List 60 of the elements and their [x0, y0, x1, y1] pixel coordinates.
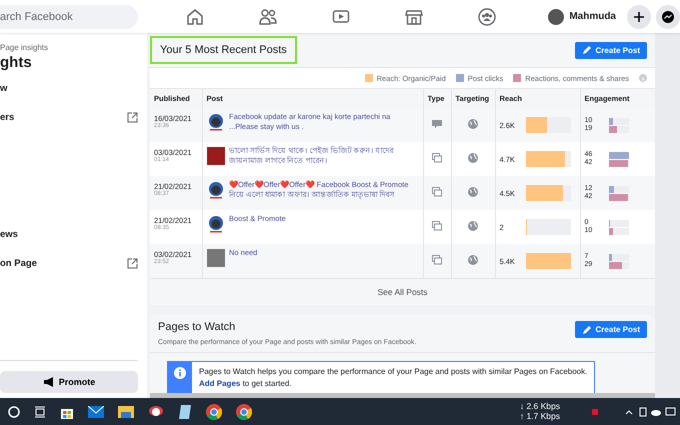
- search-field[interactable]: arch Facebook: [0, 4, 138, 28]
- home-icon[interactable]: [186, 8, 204, 26]
- globe-icon: [468, 221, 478, 231]
- page-title: ghts: [0, 54, 33, 71]
- promote-button[interactable]: Promote: [0, 371, 138, 393]
- upload-speed: ↑ 1.7 Kbps: [520, 412, 560, 421]
- chrome-icon[interactable]: [206, 404, 222, 420]
- task-view-icon[interactable]: [34, 406, 46, 418]
- download-speed: ↓ 2.6 Kbps: [520, 402, 560, 412]
- globe-icon: [468, 255, 478, 265]
- search-field[interactable]: arch Facebook: [0, 6, 120, 26]
- video-icon[interactable]: [332, 8, 350, 26]
- external-link-icon[interactable]: [127, 112, 138, 123]
- search-icon[interactable]: [8, 406, 20, 418]
- globe-icon: [468, 187, 478, 197]
- globe-icon: [468, 153, 478, 163]
- page-logo-icon: [207, 113, 225, 131]
- page-logo-icon: [207, 181, 225, 199]
- see-all-posts-link[interactable]: See All Posts: [377, 287, 428, 297]
- album-icon: [432, 221, 442, 231]
- avatar[interactable]: [548, 8, 564, 24]
- groups-icon[interactable]: [478, 8, 496, 26]
- card-title: Your 5 Most Recent Posts: [150, 36, 297, 64]
- photo-placeholder: [207, 249, 225, 267]
- friends-icon[interactable]: [259, 8, 277, 26]
- sidebar-item[interactable]: ews: [0, 229, 18, 240]
- sidebar-item[interactable]: w: [0, 83, 8, 94]
- photo-placeholder: [207, 147, 225, 165]
- notepad-icon[interactable]: [178, 404, 192, 420]
- app-icon[interactable]: [148, 404, 164, 418]
- plus-button[interactable]: [627, 4, 651, 28]
- pencil-icon: [582, 324, 592, 334]
- card-title: Pages to Watch: [158, 321, 236, 333]
- chat-bubble-icon: [661, 10, 675, 24]
- info-text: Pages to Watch helps you compare the performance of your Page and posts with similar Pages on Facebook. Add Pages to get started.: [198, 366, 588, 390]
- breadcrumb[interactable]: Page insights: [0, 43, 138, 52]
- user-name[interactable]: Mahmuda: [569, 11, 616, 22]
- chrome-icon[interactable]: [236, 404, 252, 420]
- globe-icon: [468, 119, 478, 129]
- sidebar-item[interactable]: on Page: [0, 258, 37, 269]
- info-icon: [174, 367, 186, 379]
- alert-icon[interactable]: [592, 408, 598, 414]
- page-logo-icon: [207, 215, 225, 233]
- sidebar-item[interactable]: ers: [0, 112, 14, 123]
- comment-icon: [432, 119, 442, 129]
- create-post-button[interactable]: Create Post: [574, 321, 647, 338]
- album-icon: [432, 187, 442, 197]
- create-post-button[interactable]: Create Post: [574, 42, 647, 58]
- folder-icon[interactable]: [118, 405, 134, 418]
- add-pages-link[interactable]: Add Pages: [199, 378, 240, 388]
- pencil-icon: [582, 45, 592, 55]
- plus-icon: [633, 10, 645, 22]
- tray-icons-drawing[interactable]: [626, 406, 676, 416]
- scrollbar[interactable]: [150, 393, 655, 398]
- mail-icon[interactable]: [88, 406, 104, 418]
- megaphone-icon: [42, 377, 55, 387]
- album-icon: [432, 153, 442, 163]
- album-icon: [432, 255, 442, 265]
- messenger-button[interactable]: [656, 4, 680, 28]
- external-link-icon[interactable]: [127, 258, 138, 269]
